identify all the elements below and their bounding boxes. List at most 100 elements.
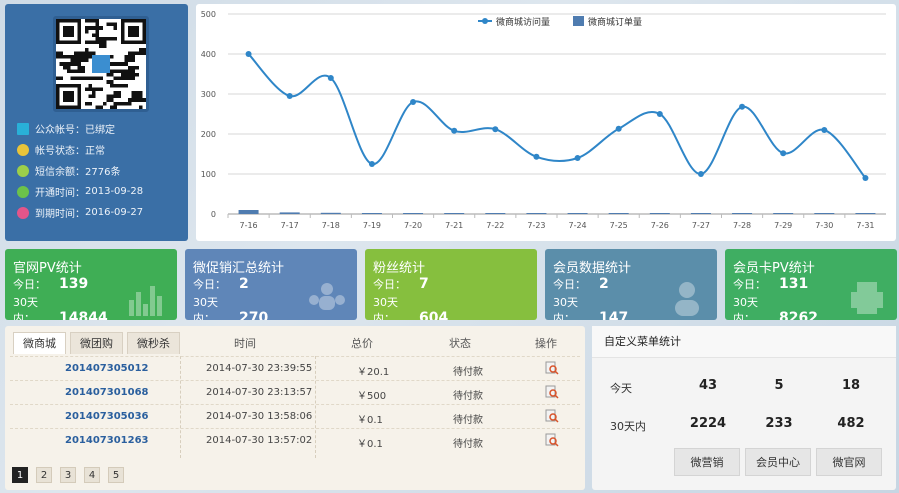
- stat-card[interactable]: 微促销汇总统计 今日： 2 30天内： 270: [185, 249, 357, 320]
- y-tick-label: 400: [201, 50, 216, 59]
- traffic-chart-panel: 0 100 200 300 400 500 7-16 7-17 7-18 7-19 7-20 7-21…: [196, 4, 896, 241]
- printer-icon: [851, 282, 883, 314]
- order-price: ￥0.1: [357, 439, 383, 450]
- menu-stat-value: 233: [765, 416, 793, 431]
- stat-month-label: 30天内：: [553, 296, 578, 320]
- visits-point[interactable]: [574, 155, 581, 161]
- order-bar[interactable]: [608, 213, 629, 214]
- stat-month-row: 30天内： 270: [193, 294, 268, 320]
- visits-point[interactable]: [451, 127, 458, 134]
- tab-order-type[interactable]: 微商城: [13, 332, 66, 354]
- order-row: 201407305036 2014-07-30 13:58:06 ￥0.1 待付款: [10, 404, 580, 428]
- x-tick-label: 7-16: [239, 221, 257, 230]
- page-button[interactable]: 2: [36, 467, 52, 483]
- profile-info-label: 短信余额：: [35, 167, 85, 178]
- menu-category-button[interactable]: 微官网: [816, 448, 882, 476]
- orders-panel: 微商城 微团购 微秒杀 时间 总价 状态 操作 201407305012 2014-0…: [5, 326, 585, 490]
- page-button[interactable]: 4: [84, 467, 100, 483]
- menu-category-button[interactable]: 微营销: [674, 448, 740, 476]
- order-bar[interactable]: [649, 213, 670, 214]
- page-button[interactable]: 3: [60, 467, 76, 483]
- order-price: ￥0.1: [357, 415, 383, 426]
- visits-point[interactable]: [780, 150, 787, 157]
- profile-info-label: 公众帐号：: [35, 125, 85, 136]
- view-detail-icon[interactable]: [545, 433, 559, 450]
- legend-line-marker: [482, 18, 488, 24]
- menu-stat-value: 43: [698, 378, 718, 393]
- legend-orders-label[interactable]: 微商城订单量: [588, 16, 642, 28]
- stat-today-value: 131: [779, 276, 809, 292]
- order-bar[interactable]: [814, 213, 835, 214]
- tab-order-type[interactable]: 微团购: [70, 332, 123, 354]
- visits-point[interactable]: [615, 125, 622, 132]
- order-bar[interactable]: [361, 213, 382, 214]
- order-bar[interactable]: [732, 213, 753, 214]
- stat-month-value: 604: [419, 310, 449, 320]
- stat-today-label: 今日：: [553, 278, 586, 291]
- order-bar[interactable]: [855, 213, 876, 214]
- pagination: 12345: [12, 467, 132, 483]
- header-action: 操作: [535, 337, 557, 350]
- visits-point[interactable]: [327, 75, 334, 81]
- x-tick-label: 7-17: [281, 221, 299, 230]
- order-bar[interactable]: [403, 213, 424, 214]
- visits-point[interactable]: [492, 126, 499, 133]
- stat-card-title: 微促销汇总统计: [193, 261, 285, 276]
- stat-month-label: 30天内：: [193, 296, 218, 320]
- visits-point[interactable]: [862, 175, 869, 181]
- visits-point[interactable]: [286, 93, 293, 99]
- visits-point[interactable]: [368, 161, 375, 167]
- clock-icon: [17, 206, 29, 219]
- visits-point[interactable]: [697, 171, 704, 177]
- order-id-link[interactable]: 201407305036: [65, 411, 149, 422]
- order-id-link[interactable]: 201407301263: [65, 435, 149, 446]
- stat-card[interactable]: 官网PV统计 今日： 139 30天内： 14844: [5, 249, 177, 320]
- exclamation-icon: [17, 143, 29, 156]
- order-bar[interactable]: [485, 213, 506, 214]
- x-tick-label: 7-20: [404, 221, 422, 230]
- view-detail-icon[interactable]: [545, 385, 559, 402]
- order-bar[interactable]: [238, 210, 259, 214]
- y-tick-label: 300: [201, 90, 216, 99]
- tab-order-type[interactable]: 微秒杀: [127, 332, 180, 354]
- order-id-link[interactable]: 201407305012: [65, 363, 149, 374]
- stat-today-row: 今日： 2: [193, 276, 249, 292]
- x-tick-label: 7-26: [651, 221, 669, 230]
- visits-point[interactable]: [739, 103, 746, 110]
- visits-point[interactable]: [410, 99, 417, 105]
- order-bar[interactable]: [567, 213, 588, 214]
- order-bar[interactable]: [526, 213, 547, 214]
- x-tick-label: 7-24: [568, 221, 586, 230]
- header-time: 时间: [234, 337, 256, 350]
- y-tick-label: 200: [201, 130, 216, 139]
- order-bar[interactable]: [690, 213, 711, 214]
- header-price: 总价: [351, 337, 373, 350]
- visits-point[interactable]: [821, 127, 828, 133]
- x-tick-label: 7-23: [527, 221, 545, 230]
- traffic-line-chart: 0 100 200 300 400 500 7-16 7-17 7-18 7-19 7-20 7-21…: [201, 10, 886, 230]
- stat-card[interactable]: 会员数据统计 今日： 2 30天内： 147: [545, 249, 717, 320]
- profile-info-value: 2013-09-28: [85, 186, 144, 197]
- menu-category-button[interactable]: 会员中心: [745, 448, 811, 476]
- order-bar[interactable]: [773, 213, 794, 214]
- page-button[interactable]: 5: [108, 467, 124, 483]
- stat-card[interactable]: 会员卡PV统计 今日： 131 30天内： 8262: [725, 249, 897, 320]
- visits-point[interactable]: [656, 111, 663, 117]
- order-bar[interactable]: [444, 213, 465, 214]
- order-id-link[interactable]: 201407301068: [65, 387, 149, 398]
- visits-point[interactable]: [533, 153, 540, 160]
- stat-month-label: 30天内：: [373, 296, 398, 320]
- stat-today-value: 7: [419, 276, 429, 292]
- order-bar[interactable]: [320, 212, 341, 214]
- order-bar[interactable]: [279, 212, 300, 214]
- check-icon: [17, 185, 29, 198]
- stat-card[interactable]: 粉丝统计 今日： 7 30天内： 604: [365, 249, 537, 320]
- view-detail-icon[interactable]: [545, 409, 559, 426]
- order-status: 待付款: [453, 415, 483, 426]
- legend-visits-label[interactable]: 微商城访问量: [496, 16, 550, 28]
- page-button[interactable]: 1: [12, 467, 28, 483]
- x-tick-label: 7-21: [445, 221, 463, 230]
- view-detail-icon[interactable]: [545, 361, 559, 378]
- stat-card-title: 会员卡PV统计: [733, 261, 815, 276]
- visits-point[interactable]: [245, 51, 252, 57]
